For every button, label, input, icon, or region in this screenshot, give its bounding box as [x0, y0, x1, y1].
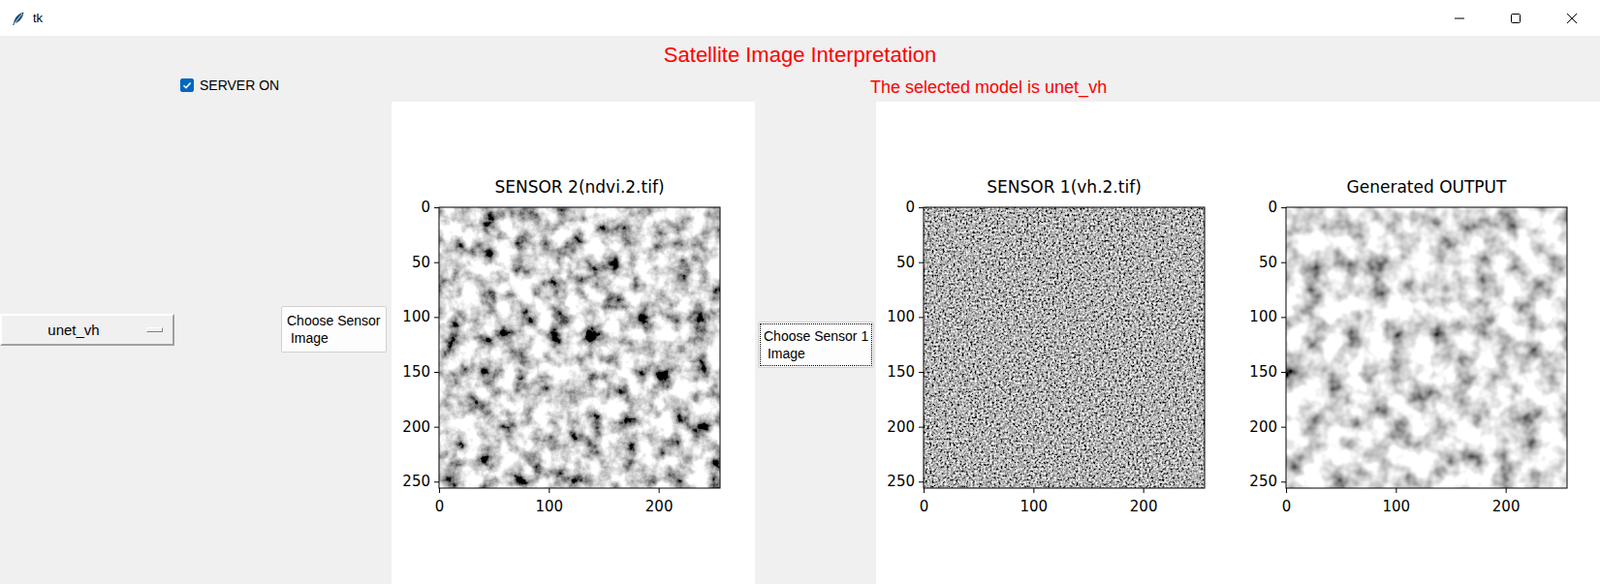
close-icon	[1566, 12, 1578, 25]
figure-title: Generated OUTPUT	[1347, 177, 1507, 197]
figure-image	[1286, 207, 1568, 489]
model-select[interactable]: unet_vh	[0, 313, 175, 346]
svg-text:0: 0	[905, 198, 915, 217]
y-tick: 250	[402, 472, 440, 491]
svg-text:0: 0	[919, 498, 930, 516]
svg-text:100: 100	[1249, 308, 1278, 326]
dropdown-indicator-icon	[146, 327, 163, 333]
figure-canvas: SENSOR 1(vh.2.tif)0501001502002500100200…	[876, 101, 1600, 584]
svg-text:150: 150	[1249, 363, 1278, 381]
figure-image	[439, 207, 721, 489]
svg-text:250: 250	[886, 472, 915, 491]
figure-image	[923, 207, 1205, 489]
y-tick: 200	[1249, 418, 1287, 437]
svg-text:200: 200	[645, 498, 674, 516]
app-heading: Satellite Image Interpretation	[0, 35, 1600, 69]
check-icon	[182, 80, 192, 91]
svg-text:0: 0	[420, 198, 431, 217]
maximize-button[interactable]	[1487, 0, 1544, 36]
y-tick: 100	[886, 308, 924, 326]
svg-text:0: 0	[1282, 498, 1292, 516]
model-status: The selected model is unet_vh	[870, 72, 1600, 98]
x-tick: 100	[1382, 488, 1412, 516]
x-tick: 100	[535, 488, 565, 516]
window-title: tk	[32, 10, 43, 26]
title-bar: tk	[0, 0, 1600, 36]
svg-text:150: 150	[402, 363, 431, 381]
y-tick: 50	[411, 253, 440, 272]
y-tick: 100	[402, 308, 440, 326]
svg-text:100: 100	[886, 308, 915, 326]
y-tick: 0	[905, 198, 924, 217]
y-tick: 250	[886, 472, 924, 491]
choose-sensor-1-button[interactable]: Choose Sensor 1 Image	[757, 321, 875, 369]
main-area: unet_vh Choose Sensor Image SENSOR 2(ndvi.…	[0, 101, 1600, 584]
svg-text:100: 100	[402, 308, 431, 326]
y-tick: 250	[1249, 472, 1287, 491]
axes-frame	[1286, 207, 1568, 489]
y-tick: 150	[1249, 363, 1287, 381]
y-tick: 200	[402, 418, 440, 437]
x-tick: 200	[1492, 488, 1521, 516]
svg-text:50: 50	[411, 253, 431, 272]
checkbox-box[interactable]	[180, 78, 194, 93]
figure-plot: Generated OUTPUT0501001502002500100200	[1238, 169, 1600, 524]
y-tick: 100	[1249, 308, 1287, 326]
svg-text:200: 200	[886, 418, 915, 437]
svg-text:250: 250	[1249, 472, 1278, 491]
figure-title: SENSOR 2(ndvi.2.tif)	[494, 177, 664, 197]
x-tick: 100	[1020, 488, 1049, 516]
model-select-value: unet_vh	[47, 321, 99, 339]
feather-icon	[10, 10, 27, 27]
button-column: Choose Sensor 1 Image	[754, 101, 877, 584]
app-window: tkSatellite Image InterpretationSERVER O…	[0, 0, 1600, 584]
svg-text:0: 0	[435, 498, 445, 516]
axes-frame	[439, 207, 721, 489]
svg-text:50: 50	[1258, 253, 1278, 272]
y-tick: 50	[1258, 253, 1287, 272]
svg-text:250: 250	[402, 472, 431, 491]
maximize-icon	[1509, 12, 1522, 25]
y-tick: 150	[886, 363, 924, 381]
checkbox-label: SERVER ON	[199, 77, 280, 94]
minimize-icon	[1453, 12, 1466, 25]
svg-text:50: 50	[896, 253, 915, 272]
y-tick: 200	[886, 418, 924, 437]
svg-text:200: 200	[1492, 498, 1521, 516]
info-row: SERVER ON The selected model is unet_vh	[0, 68, 1600, 102]
svg-text:0: 0	[1267, 198, 1278, 217]
y-tick: 0	[1267, 198, 1287, 217]
svg-text:200: 200	[1249, 418, 1278, 437]
svg-text:100: 100	[1382, 498, 1412, 516]
minimize-button[interactable]	[1431, 0, 1488, 36]
svg-text:150: 150	[886, 363, 915, 381]
server-checkbox[interactable]: SERVER ON	[0, 77, 871, 94]
y-tick: 150	[402, 363, 440, 381]
close-button[interactable]	[1543, 0, 1600, 36]
control-column: unet_vh Choose Sensor Image	[0, 101, 392, 584]
svg-text:200: 200	[402, 418, 431, 437]
window-controls	[1431, 0, 1600, 36]
svg-text:100: 100	[1020, 498, 1049, 516]
x-tick: 0	[1282, 488, 1292, 516]
figure-plot: SENSOR 1(vh.2.tif)0501001502002500100200	[876, 169, 1239, 524]
x-tick: 200	[645, 488, 674, 516]
svg-text:200: 200	[1129, 498, 1159, 516]
choose-sensor-2-button[interactable]: Choose Sensor Image	[281, 306, 387, 353]
axes-frame	[923, 207, 1205, 489]
x-tick: 200	[1129, 488, 1159, 516]
x-tick: 0	[919, 488, 930, 516]
svg-text:100: 100	[535, 498, 565, 516]
x-tick: 0	[435, 488, 445, 516]
figure-canvas: SENSOR 2(ndvi.2.tif)05010015020025001002…	[391, 101, 755, 584]
figure-plot: SENSOR 2(ndvi.2.tif)05010015020025001002…	[391, 169, 754, 524]
figure-title: SENSOR 1(vh.2.tif)	[986, 177, 1142, 197]
y-tick: 0	[420, 198, 440, 217]
y-tick: 50	[896, 253, 924, 272]
